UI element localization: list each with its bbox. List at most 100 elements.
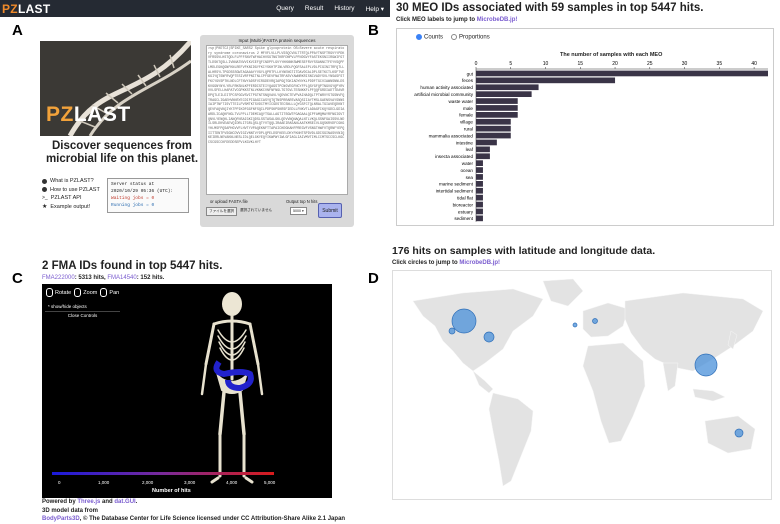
fma-title: 2 FMA IDs found in top 5447 hits. <box>42 260 223 272</box>
terminal-icon: >_ <box>42 195 48 201</box>
x-tick-label: 30 <box>682 61 688 67</box>
bar-male[interactable] <box>476 105 518 111</box>
top-navbar: PZLAST Query Result History Help ▾ <box>0 0 390 17</box>
circle-north-america[interactable] <box>451 308 477 334</box>
nav-history[interactable]: History <box>334 5 354 13</box>
category-label[interactable]: human activity associated <box>420 85 473 90</box>
bar-artificial-microbial-community[interactable] <box>476 91 532 97</box>
link-what-is[interactable]: What is PZLAST? <box>42 177 100 186</box>
category-label[interactable]: water <box>462 161 474 166</box>
model-source: 3D model data from <box>42 508 99 514</box>
nav-result[interactable]: Result <box>305 5 323 13</box>
circle-europe[interactable] <box>592 318 598 324</box>
panel-letter-b: B <box>368 22 379 39</box>
map-microbedb-link[interactable]: MicrobeDB.jp! <box>459 260 500 266</box>
bar-estuary[interactable] <box>476 208 483 215</box>
bar-gut[interactable] <box>476 70 768 77</box>
sequence-textarea[interactable]: >sp|P0DTC2|SPIKE_SARS2 Spike glycoprotei… <box>206 45 348 195</box>
category-label[interactable]: tidal flat <box>457 196 474 201</box>
fma-subtitle: FMA222000: 5313 hits, FMA14540: 152 hits… <box>42 275 165 281</box>
category-label[interactable]: mammalia associated <box>429 133 474 138</box>
category-label[interactable]: sediment <box>454 216 473 221</box>
tagline: Discover sequences from microbial life o… <box>45 140 199 165</box>
bar-sea[interactable] <box>476 174 483 180</box>
bar-female[interactable] <box>476 112 518 118</box>
category-label[interactable]: leaf <box>466 147 474 152</box>
category-label[interactable]: estuary <box>458 209 474 214</box>
hit-color-scale <box>52 472 274 475</box>
scale-tick: 3,000 <box>184 480 196 485</box>
scale-tick: 2,000 <box>142 480 154 485</box>
category-label[interactable]: bioreactor <box>453 202 474 207</box>
fma-link-1[interactable]: FMA222000 <box>42 275 75 281</box>
bar-ocean[interactable] <box>476 167 483 173</box>
threejs-link[interactable]: Three.js <box>77 499 100 505</box>
radio-proportions[interactable]: Proportions <box>451 34 490 41</box>
bar-village[interactable] <box>476 118 511 125</box>
bar-mammalia-associated[interactable] <box>476 132 511 139</box>
link-api[interactable]: >_ PZLAST API <box>42 194 100 203</box>
bar-rural[interactable] <box>476 125 511 132</box>
category-label[interactable]: rural <box>464 127 473 132</box>
map-subtitle: Click circles to jump to MicrobeDB.jp! <box>392 260 501 266</box>
bodyparts3d-link[interactable]: BodyParts3D <box>42 516 80 522</box>
panel-letter-c: C <box>12 270 23 287</box>
bar-sediment[interactable] <box>476 215 483 222</box>
link-example[interactable]: ★ Example output! <box>42 203 100 212</box>
category-label[interactable]: female <box>459 113 473 118</box>
circle-california[interactable] <box>448 327 456 335</box>
output-n-select[interactable]: 5000 ▾ <box>290 207 307 215</box>
brand-logo[interactable]: PZLAST <box>2 2 50 16</box>
body-3d-viewer[interactable]: Rotate Zoom Pan * show/hide objects Clos… <box>42 284 332 498</box>
world-map-svg <box>393 271 771 499</box>
nav-help[interactable]: Help ▾ <box>366 5 384 13</box>
info-links: What is PZLAST? How to use PZLAST >_ PZLA… <box>42 177 100 211</box>
bar-bioreactor[interactable] <box>476 201 483 208</box>
circle-eastern-us[interactable] <box>483 331 495 343</box>
nav-query[interactable]: Query <box>276 5 294 13</box>
x-tick-label: 5 <box>509 61 512 67</box>
bar-tidal-flat[interactable] <box>476 194 483 201</box>
datgui-link[interactable]: dat.GUI <box>114 499 135 505</box>
bar-waste-water[interactable] <box>476 98 518 104</box>
choose-file-button[interactable]: ファイルを選択 <box>206 207 238 216</box>
microbedb-link[interactable]: MicrobeDB.jp! <box>477 17 518 23</box>
info-icon <box>42 178 47 184</box>
bar-human-activity-associated[interactable] <box>476 84 539 91</box>
star-icon: ★ <box>42 203 48 210</box>
category-label[interactable]: feces <box>462 78 474 83</box>
x-tick-label: 20 <box>612 61 618 67</box>
category-label[interactable]: waste water <box>448 99 473 104</box>
fma-link-2[interactable]: FMA14540 <box>107 275 136 281</box>
category-label[interactable]: marine sediment <box>439 182 474 187</box>
category-label[interactable]: ocean <box>460 168 473 173</box>
meo-subtitle: Click MEO labels to jump to MicrobeDB.jp… <box>396 17 518 23</box>
category-label[interactable]: artificial microbial community <box>414 92 473 97</box>
bar-intestine[interactable] <box>476 139 497 146</box>
bar-leaf[interactable] <box>476 146 490 153</box>
category-label[interactable]: village <box>460 120 473 125</box>
upload-label: or upload FASTA file <box>210 199 248 204</box>
category-label[interactable]: sea <box>466 175 474 180</box>
category-label[interactable]: male <box>463 106 473 111</box>
circle-east-asia[interactable] <box>694 353 718 377</box>
category-label[interactable]: intestine <box>456 140 474 145</box>
circle-australia[interactable] <box>734 428 744 438</box>
category-label[interactable]: intertidal sediment <box>436 189 474 194</box>
submit-button[interactable]: Submit <box>318 203 342 218</box>
bar-feces[interactable] <box>476 77 616 84</box>
category-label[interactable]: insecta associated <box>435 154 473 159</box>
bar-insecta-associated[interactable] <box>476 153 490 160</box>
scale-tick: 4,000 <box>226 480 238 485</box>
panel-letter-d: D <box>368 270 379 287</box>
bar-marine-sediment[interactable] <box>476 181 483 187</box>
bar-intertidal-sediment[interactable] <box>476 187 483 194</box>
powered-by: Powered by Three.js and dat.GUI. <box>42 499 138 505</box>
bar-water[interactable] <box>476 160 483 166</box>
world-map <box>392 270 772 500</box>
link-how-to-use[interactable]: How to use PZLAST <box>42 186 100 195</box>
radio-counts[interactable]: Counts <box>416 34 443 41</box>
circle-atlantic[interactable] <box>572 322 578 328</box>
count-mode-radios: Counts Proportions <box>416 34 490 41</box>
category-label[interactable]: gut <box>467 71 474 76</box>
